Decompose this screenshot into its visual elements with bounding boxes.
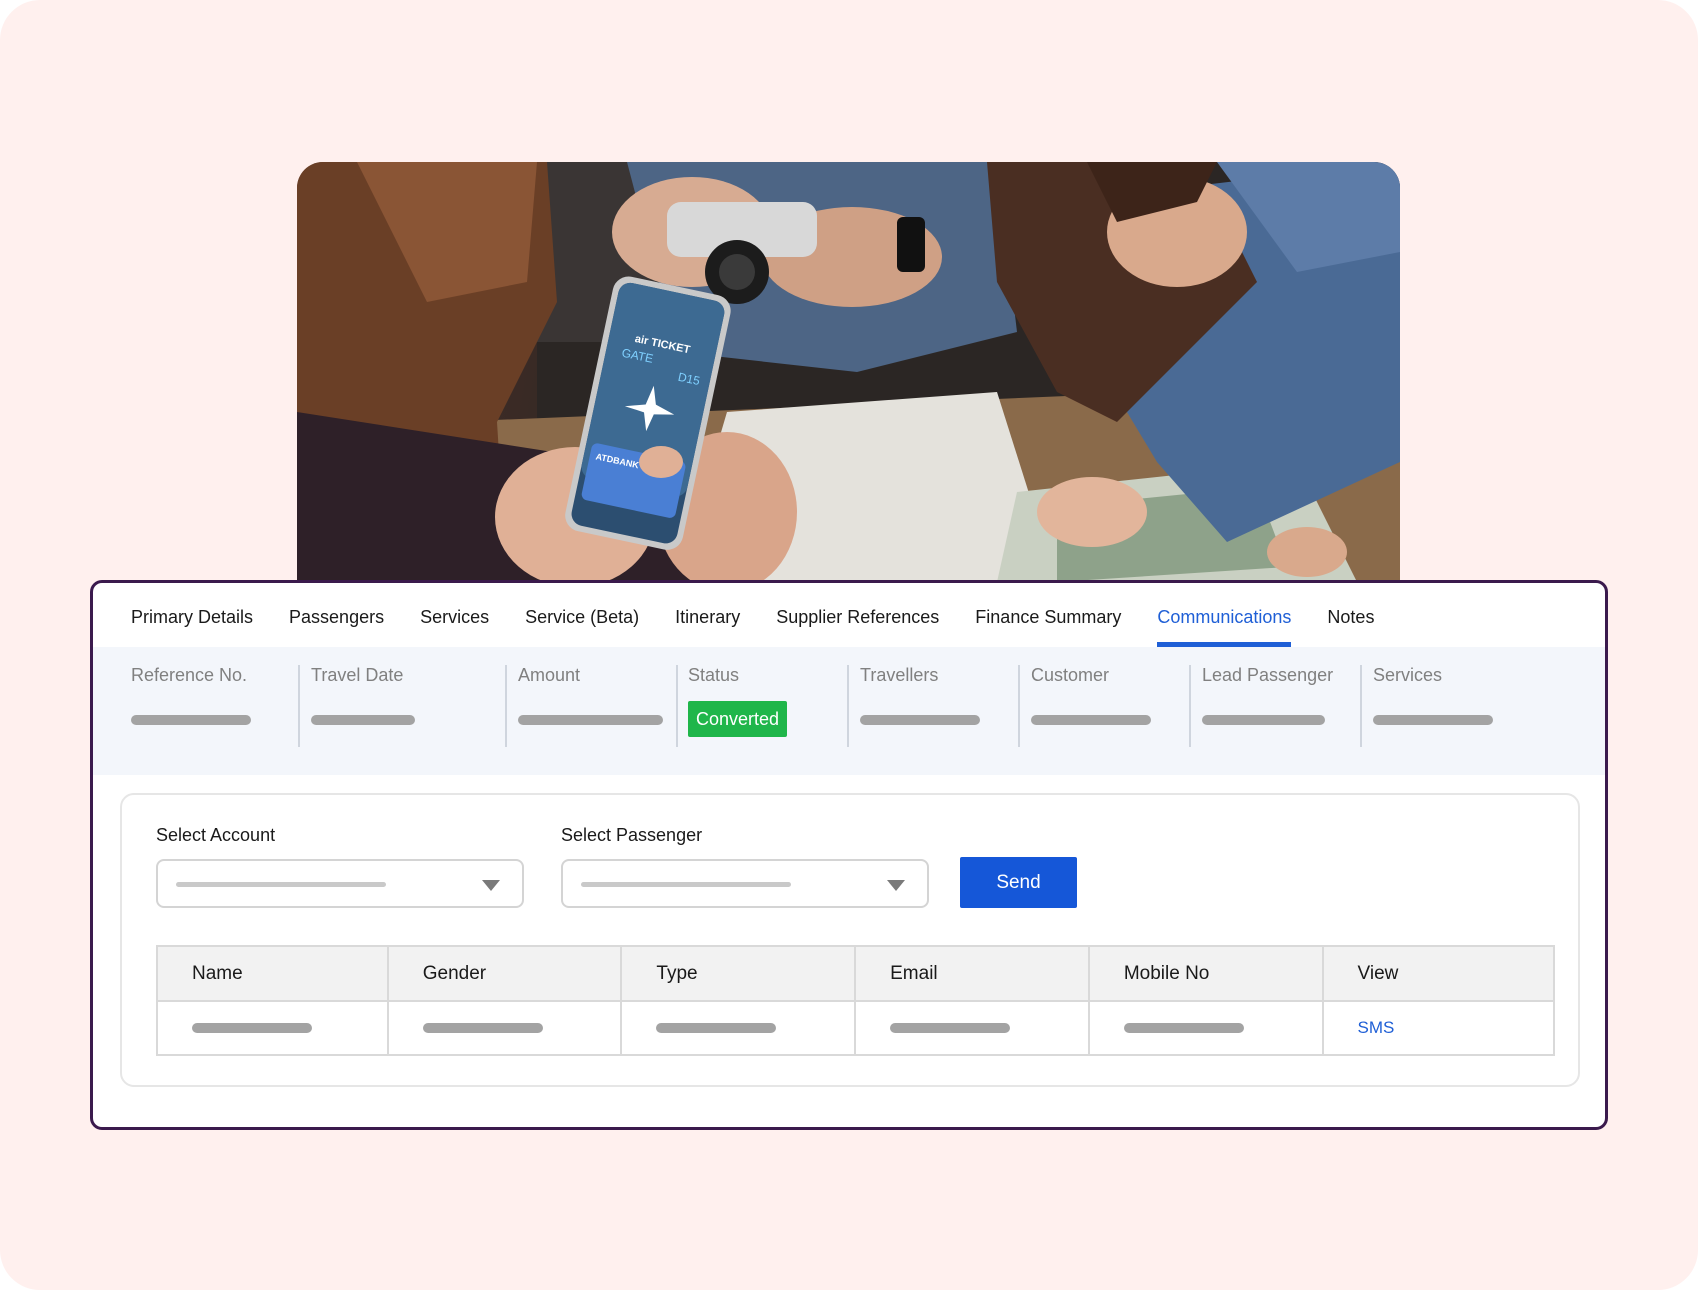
- tab-service-beta[interactable]: Service (Beta): [525, 583, 639, 647]
- table-header-row: Name Gender Type Email Mobile No View: [156, 945, 1556, 1002]
- summary-label-travel-date: Travel Date: [311, 665, 404, 685]
- tab-itinerary[interactable]: Itinerary: [675, 583, 740, 647]
- tab-supplier-references[interactable]: Supplier References: [776, 583, 939, 647]
- placeholder-line: [176, 882, 386, 887]
- tab-services[interactable]: Services: [420, 583, 489, 647]
- cell-view: SMS: [1321, 1000, 1556, 1056]
- placeholder-bar: [131, 715, 251, 725]
- tab-bar: Primary Details Passengers Services Serv…: [93, 583, 1605, 647]
- caret-down-icon: [887, 880, 905, 891]
- travel-photo-illustration: air TICKET GATE D15 ATDBANK: [297, 162, 1400, 582]
- table-row: SMS: [156, 1000, 1556, 1056]
- placeholder-line: [581, 882, 791, 887]
- cell-gender: [386, 1000, 623, 1056]
- summary-label-travellers: Travellers: [860, 665, 939, 685]
- placeholder-bar: [1373, 715, 1493, 725]
- tab-finance-summary[interactable]: Finance Summary: [975, 583, 1121, 647]
- travel-photo: air TICKET GATE D15 ATDBANK: [297, 162, 1400, 582]
- select-passenger-dropdown[interactable]: [561, 859, 929, 908]
- summary-label-lead-passenger: Lead Passenger: [1202, 665, 1334, 685]
- caret-down-icon: [482, 880, 500, 891]
- cell-mobile-no: [1087, 1000, 1324, 1056]
- header-type: Type: [620, 945, 857, 1002]
- summary-label-customer: Customer: [1031, 665, 1110, 685]
- placeholder-bar: [1123, 1023, 1244, 1033]
- summary-label-status: Status: [688, 665, 740, 685]
- booking-panel: Primary Details Passengers Services Serv…: [90, 580, 1608, 1130]
- canvas: air TICKET GATE D15 ATDBANK Primary Deta…: [0, 0, 1698, 1290]
- status-badge: Converted: [688, 701, 788, 737]
- tab-notes[interactable]: Notes: [1327, 583, 1374, 647]
- tab-passengers[interactable]: Passengers: [289, 583, 384, 647]
- column-divider: [676, 665, 678, 747]
- header-name: Name: [156, 945, 389, 1002]
- placeholder-bar: [1031, 715, 1151, 725]
- placeholder-bar: [422, 1023, 543, 1033]
- cell-type: [620, 1000, 857, 1056]
- placeholder-bar: [656, 1023, 777, 1033]
- cell-email: [854, 1000, 1090, 1056]
- header-gender: Gender: [386, 945, 623, 1002]
- placeholder-bar: [518, 715, 663, 725]
- tab-communications[interactable]: Communications: [1157, 583, 1292, 647]
- placeholder-bar: [311, 715, 415, 725]
- cell-name: [156, 1000, 389, 1056]
- header-view: View: [1321, 945, 1556, 1002]
- booking-summary: Reference No. Travel Date Amount Status …: [93, 647, 1605, 775]
- communications-card: Select Account Select Passenger Send Nam…: [120, 793, 1580, 1087]
- send-button[interactable]: Send: [960, 857, 1077, 908]
- column-divider: [1360, 665, 1362, 747]
- column-divider: [847, 665, 849, 747]
- header-email: Email: [854, 945, 1090, 1002]
- summary-label-reference-no: Reference No.: [131, 665, 248, 685]
- passenger-table: Name Gender Type Email Mobile No View SM…: [156, 945, 1556, 1056]
- placeholder-bar: [890, 1023, 1011, 1033]
- sms-link[interactable]: SMS: [1358, 1018, 1395, 1037]
- header-mobile-no: Mobile No: [1087, 945, 1324, 1002]
- column-divider: [1018, 665, 1020, 747]
- placeholder-bar: [1202, 715, 1325, 725]
- column-divider: [1189, 665, 1191, 747]
- summary-label-amount: Amount: [518, 665, 581, 685]
- tab-primary-details[interactable]: Primary Details: [131, 583, 253, 647]
- select-account-label: Select Account: [156, 825, 276, 845]
- select-passenger-label: Select Passenger: [561, 825, 703, 845]
- placeholder-bar: [192, 1023, 312, 1033]
- select-account-dropdown[interactable]: [156, 859, 524, 908]
- column-divider: [298, 665, 300, 747]
- placeholder-bar: [860, 715, 980, 725]
- summary-label-services: Services: [1373, 665, 1443, 685]
- column-divider: [505, 665, 507, 747]
